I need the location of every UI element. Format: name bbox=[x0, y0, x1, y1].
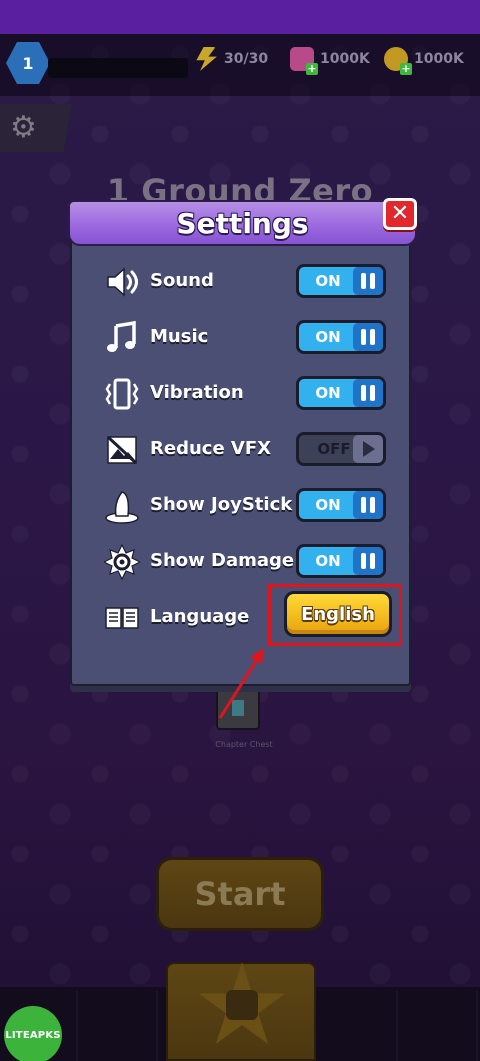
setting-row-show-damage: Show Damage ON bbox=[100, 542, 400, 582]
energy-value: 30/30 bbox=[224, 51, 269, 67]
toggle-knob bbox=[353, 435, 383, 463]
image-off-icon bbox=[106, 435, 138, 465]
music-toggle[interactable]: ON bbox=[296, 320, 386, 354]
nav-tab-2[interactable] bbox=[80, 991, 158, 1061]
vibration-toggle[interactable]: ON bbox=[296, 376, 386, 410]
toggle-knob bbox=[353, 323, 383, 351]
close-icon: ✕ bbox=[390, 201, 410, 226]
chapter-chest[interactable]: Chapter Chest bbox=[204, 686, 276, 756]
toggle-state: ON bbox=[315, 552, 341, 570]
robot-icon bbox=[226, 990, 258, 1020]
sound-toggle[interactable]: ON bbox=[296, 264, 386, 298]
player-level-badge[interactable]: 1 bbox=[6, 42, 50, 84]
dialog-title: Settings bbox=[176, 206, 309, 240]
show-damage-toggle[interactable]: ON bbox=[296, 544, 386, 578]
damage-burst-icon bbox=[104, 544, 140, 580]
book-icon bbox=[105, 607, 139, 629]
chest-icon bbox=[216, 686, 260, 730]
setting-label: Reduce VFX bbox=[150, 438, 272, 459]
setting-label: Language bbox=[150, 606, 250, 627]
close-button[interactable]: ✕ bbox=[383, 198, 417, 230]
setting-row-sound: Sound ON bbox=[100, 262, 400, 302]
vibration-icon bbox=[105, 378, 139, 410]
chest-label: Chapter Chest bbox=[215, 740, 273, 749]
toggle-knob bbox=[353, 547, 383, 575]
gem-value: 1000K bbox=[320, 51, 370, 67]
start-button[interactable]: Start bbox=[156, 857, 324, 931]
setting-label: Show JoyStick bbox=[150, 494, 293, 515]
watermark-logo: LITEAPKS bbox=[4, 1006, 62, 1061]
nav-tab-4[interactable] bbox=[320, 991, 398, 1061]
coin-value: 1000K bbox=[414, 51, 464, 67]
nav-tab-5[interactable] bbox=[400, 991, 478, 1061]
toggle-knob bbox=[353, 379, 383, 407]
player-name-bar bbox=[48, 58, 188, 78]
coin-counter[interactable]: + 1000K bbox=[384, 46, 464, 75]
setting-row-reduce-vfx: Reduce VFX OFF bbox=[100, 430, 400, 470]
setting-row-music: Music ON bbox=[100, 318, 400, 358]
toggle-knob bbox=[353, 267, 383, 295]
settings-gear-button[interactable]: ⚙ bbox=[0, 104, 72, 152]
setting-row-vibration: Vibration ON bbox=[100, 374, 400, 414]
gear-icon: ⚙ bbox=[10, 110, 37, 145]
gem-counter[interactable]: + 1000K bbox=[290, 46, 370, 75]
energy-icon bbox=[196, 47, 217, 71]
dialog-header: Settings bbox=[68, 200, 417, 246]
annotation-highlight-box bbox=[268, 584, 402, 646]
setting-label: Sound bbox=[150, 270, 214, 291]
coin-icon: + bbox=[384, 47, 412, 75]
toggle-knob bbox=[353, 491, 383, 519]
reduce-vfx-toggle[interactable]: OFF bbox=[296, 432, 386, 466]
speaker-icon bbox=[107, 267, 138, 297]
setting-label: Music bbox=[150, 326, 209, 347]
energy-counter[interactable]: 30/30 bbox=[194, 46, 268, 72]
setting-row-show-joystick: Show JoyStick ON bbox=[100, 486, 400, 526]
toggle-state: ON bbox=[315, 328, 341, 346]
setting-label: Show Damage bbox=[150, 550, 295, 571]
player-level: 1 bbox=[22, 53, 34, 73]
toggle-state: ON bbox=[315, 384, 341, 402]
setting-label: Vibration bbox=[150, 382, 244, 403]
show-joystick-toggle[interactable]: ON bbox=[296, 488, 386, 522]
status-strip bbox=[0, 0, 480, 34]
watermark-text: LITEAPKS bbox=[5, 1029, 61, 1041]
gem-icon: + bbox=[290, 47, 318, 75]
toggle-state: ON bbox=[315, 496, 341, 514]
joystick-icon bbox=[105, 491, 139, 524]
toggle-state: ON bbox=[315, 272, 341, 290]
music-note-icon bbox=[107, 320, 136, 352]
start-label: Start bbox=[194, 875, 286, 913]
